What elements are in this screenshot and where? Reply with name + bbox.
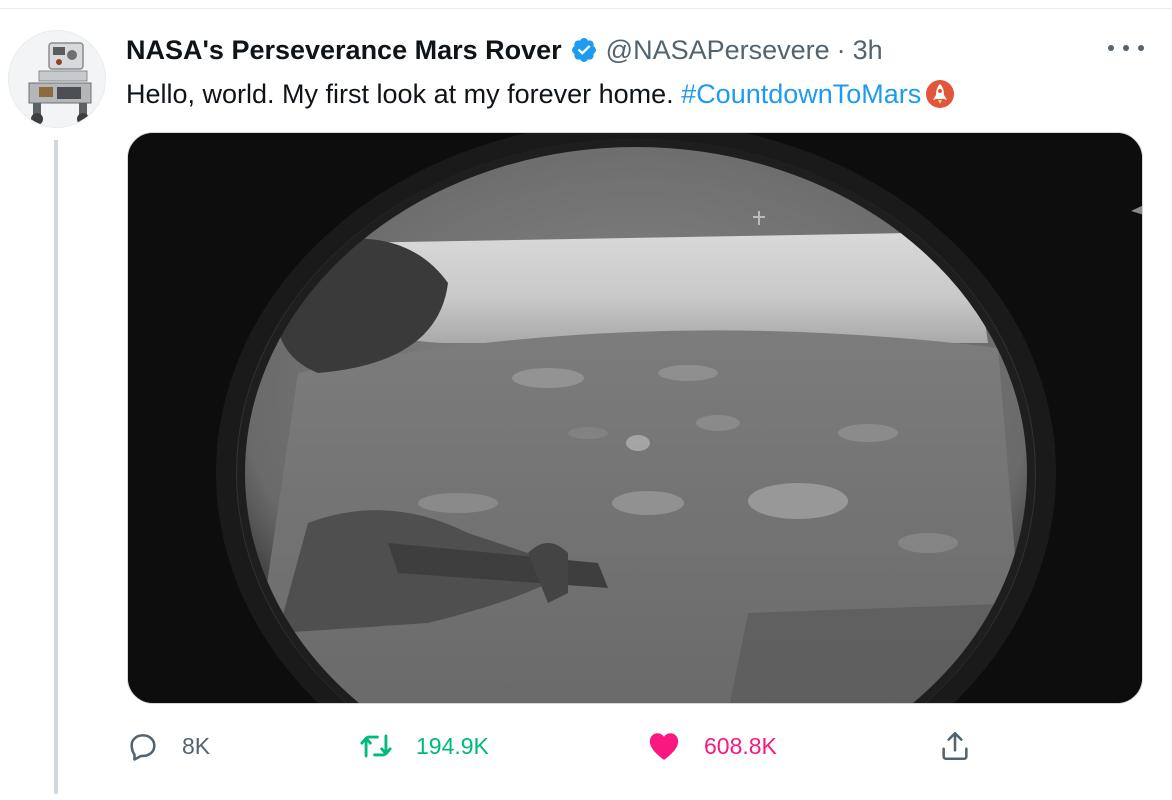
reply-icon [126,729,160,763]
hashtag-link[interactable]: #CountdownToMars [681,76,921,112]
like-count: 608.8K [704,732,777,759]
top-divider [0,8,1172,9]
more-horizontal-icon-dot-3 [1138,45,1144,51]
like-button[interactable]: 608.8K [646,722,777,770]
tweet-media-image[interactable] [127,132,1143,704]
heart-icon [646,729,682,763]
more-options-button[interactable] [1108,38,1144,58]
reply-button[interactable]: 8K [126,722,210,770]
tweet-text-main: Hello, world. My first look at my foreve… [126,79,682,109]
tweet-header: NASA's Perseverance Mars Rover @NASAPers… [126,32,883,68]
tweet-text: Hello, world. My first look at my foreve… [126,76,955,112]
tweet-actions: 8K 194.9K 608.8K [126,722,986,770]
display-name[interactable]: NASA's Perseverance Mars Rover [126,35,562,66]
rocket-emoji [925,79,955,109]
share-icon [938,729,972,763]
share-button[interactable] [938,722,972,770]
retweet-button[interactable]: 194.9K [358,722,489,770]
reply-count: 8K [182,732,211,759]
more-horizontal-icon-dot-1 [1108,45,1114,51]
retweet-icon [358,729,394,763]
mars-surface-photo [128,133,1142,703]
timestamp[interactable]: 3h [853,35,883,66]
rover-avatar-image [9,31,105,127]
separator-dot: · [836,34,846,65]
retweet-count: 194.9K [416,732,489,759]
avatar[interactable] [8,30,106,128]
verified-badge-icon [570,36,598,64]
thread-line [54,140,58,794]
handle[interactable]: @NASAPersevere [606,35,830,66]
more-horizontal-icon-dot-2 [1123,45,1129,51]
